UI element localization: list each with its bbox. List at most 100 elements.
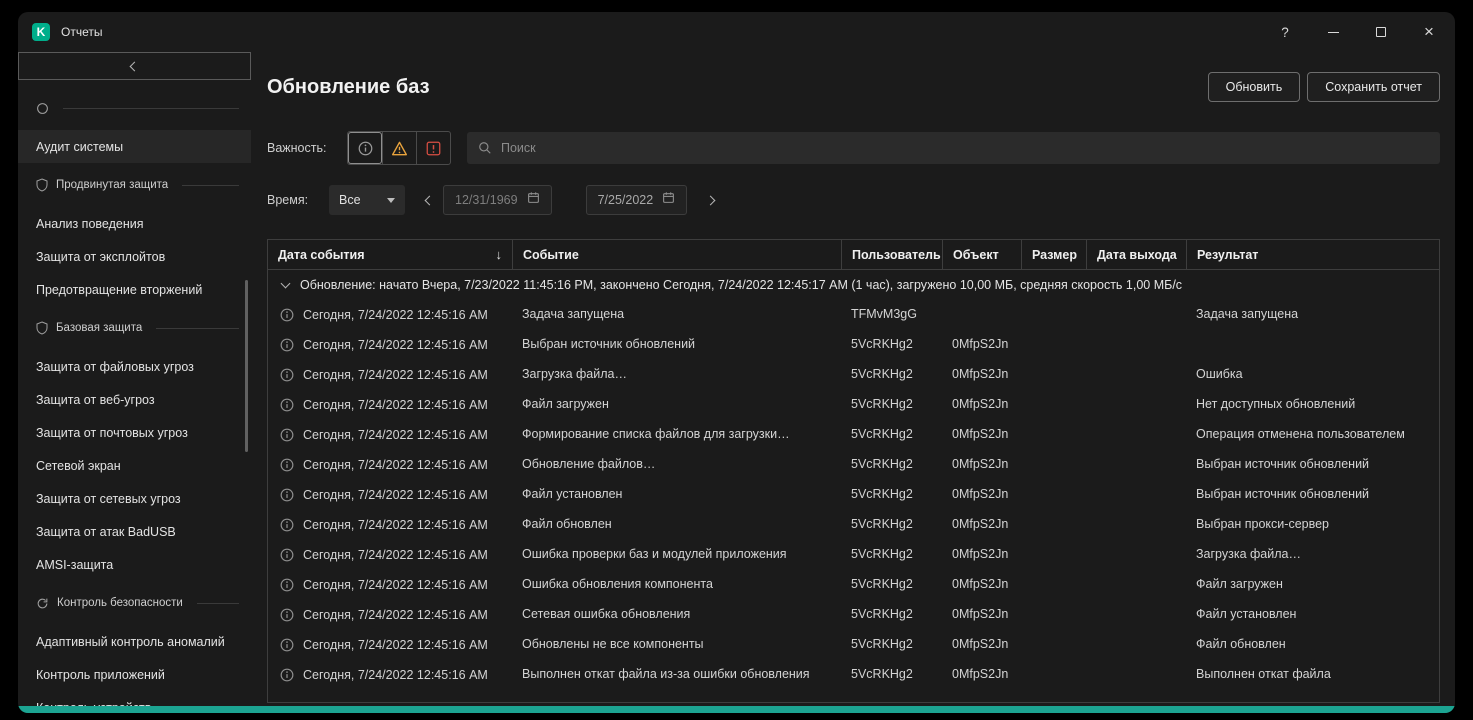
cell-release-date [1086, 540, 1186, 570]
chevron-left-icon [130, 61, 140, 71]
sidebar-item-label: Защита от атак BadUSB [36, 525, 176, 539]
table-row[interactable]: Сегодня, 7/24/2022 12:45:16 AM Формирова… [268, 420, 1439, 450]
cell-release-date [1086, 300, 1186, 330]
cell-size [1021, 510, 1086, 540]
sidebar-item-label: Аудит системы [36, 140, 123, 154]
shield-icon [36, 178, 48, 192]
date-from-field[interactable]: 12/31/1969 [443, 185, 552, 215]
sidebar-item[interactable]: Контроль приложений [18, 658, 251, 691]
cell-object: 0MfpS2Jn [942, 390, 1021, 420]
table-row[interactable]: Сегодня, 7/24/2022 12:45:16 AM Ошибка пр… [268, 540, 1439, 570]
cell-object: 0MfpS2Jn [942, 450, 1021, 480]
cell-release-date [1086, 450, 1186, 480]
cell-release-date [1086, 510, 1186, 540]
main-content: Обновление баз Обновить Сохранить отчет … [267, 52, 1440, 706]
table-row[interactable]: Сегодня, 7/24/2022 12:45:16 AM Выбран ис… [268, 330, 1439, 360]
refresh-button[interactable]: Обновить [1208, 72, 1301, 102]
cell-result: Операция отменена пользователем [1186, 420, 1439, 450]
chevron-right-icon [705, 195, 715, 205]
info-icon [280, 428, 294, 442]
sort-descending-icon[interactable]: ↓ [496, 247, 503, 262]
cell-size [1021, 600, 1086, 630]
sidebar-item-label: Контроль приложений [36, 668, 165, 682]
sidebar-item[interactable]: Защита от веб-угроз [18, 383, 251, 416]
column-header[interactable]: Объект [942, 240, 1021, 269]
table-row[interactable]: Сегодня, 7/24/2022 12:45:16 AM Задача за… [268, 300, 1439, 330]
cell-result [1186, 330, 1439, 360]
sidebar-item[interactable]: Контроль устройств [18, 691, 251, 706]
calendar-icon [662, 191, 675, 209]
severity-button-group [347, 131, 451, 165]
table-row[interactable]: Сегодня, 7/24/2022 12:45:16 AM Файл загр… [268, 390, 1439, 420]
event-date-text: Сегодня, 7/24/2022 12:45:16 AM [303, 458, 488, 472]
sidebar-item[interactable]: Адаптивный контроль аномалий [18, 625, 251, 658]
sidebar-item[interactable]: Защита от файловых угроз [18, 350, 251, 383]
search-input[interactable] [501, 141, 1429, 155]
update-group-row[interactable]: Обновление: начато Вчера, 7/23/2022 11:4… [268, 270, 1439, 300]
table-row[interactable]: Сегодня, 7/24/2022 12:45:16 AM Выполнен … [268, 660, 1439, 690]
titlebar: K Отчеты ? × [18, 12, 1455, 52]
sidebar-item[interactable]: Анализ поведения [18, 207, 251, 240]
cell-size [1021, 360, 1086, 390]
next-period-button[interactable] [699, 185, 721, 215]
cell-size [1021, 420, 1086, 450]
save-report-button[interactable]: Сохранить отчет [1307, 72, 1440, 102]
column-header[interactable]: Дата события ↓ [268, 240, 512, 269]
maximize-icon [1376, 27, 1386, 37]
event-date-text: Сегодня, 7/24/2022 12:45:16 AM [303, 578, 488, 592]
sidebar-scrollbar[interactable] [245, 280, 248, 452]
table-row[interactable]: Сегодня, 7/24/2022 12:45:16 AM Обновлены… [268, 630, 1439, 660]
close-button[interactable]: × [1415, 18, 1443, 46]
cell-result: Выполнен откат файла [1186, 660, 1439, 690]
maximize-button[interactable] [1367, 18, 1395, 46]
sidebar-item-label: Сетевой экран [36, 459, 121, 473]
sidebar-item[interactable]: Предотвращение вторжений [18, 273, 251, 306]
cell-release-date [1086, 360, 1186, 390]
sidebar-item-label: Анализ поведения [36, 217, 143, 231]
table-row[interactable]: Сегодня, 7/24/2022 12:45:16 AM Обновлени… [268, 450, 1439, 480]
sidebar-item[interactable]: Аудит системы [18, 130, 251, 163]
time-range-select[interactable]: Все [329, 185, 405, 215]
column-header[interactable]: Дата выхода [1086, 240, 1186, 269]
sidebar-section-header: Базовая защита [18, 306, 251, 350]
severity-critical-button[interactable] [416, 132, 450, 164]
info-icon [280, 368, 294, 382]
cell-event-date: Сегодня, 7/24/2022 12:45:16 AM [268, 390, 512, 420]
sidebar-item-label: Защита от файловых угроз [36, 360, 194, 374]
search-box[interactable] [467, 132, 1440, 164]
help-button[interactable]: ? [1271, 18, 1299, 46]
table-row[interactable]: Сегодня, 7/24/2022 12:45:16 AM Ошибка об… [268, 570, 1439, 600]
sidebar-item[interactable]: Сетевой экран [18, 449, 251, 482]
accent-bar [18, 706, 1455, 713]
previous-period-button[interactable] [418, 185, 440, 215]
column-header-label: Объект [953, 248, 999, 262]
sidebar-item[interactable]: Защита от сетевых угроз [18, 482, 251, 515]
table-row[interactable]: Сегодня, 7/24/2022 12:45:16 AM Сетевая о… [268, 600, 1439, 630]
sidebar-item[interactable]: Защита от атак BadUSB [18, 515, 251, 548]
date-to-field[interactable]: 7/25/2022 [586, 185, 688, 215]
column-header[interactable]: Пользователь [841, 240, 942, 269]
event-date-text: Сегодня, 7/24/2022 12:45:16 AM [303, 638, 488, 652]
sidebar-collapse-button[interactable] [18, 52, 251, 80]
event-date-text: Сегодня, 7/24/2022 12:45:16 AM [303, 518, 488, 532]
column-header[interactable]: Событие [512, 240, 841, 269]
sidebar-section-header: Продвинутая защита [18, 163, 251, 207]
cell-size [1021, 630, 1086, 660]
severity-info-button[interactable] [348, 132, 382, 164]
cell-event: Обновление файлов… [512, 450, 841, 480]
column-header[interactable]: Результат [1186, 240, 1439, 269]
minimize-button[interactable] [1319, 18, 1347, 46]
sidebar-item[interactable]: Защита от почтовых угроз [18, 416, 251, 449]
sidebar-item[interactable]: Защита от эксплойтов [18, 240, 251, 273]
cell-object: 0MfpS2Jn [942, 540, 1021, 570]
table-row[interactable]: Сегодня, 7/24/2022 12:45:16 AM Загрузка … [268, 360, 1439, 390]
circle-icon [36, 102, 49, 115]
column-header-label: Дата события [278, 248, 365, 262]
sidebar-item[interactable]: AMSI-защита [18, 548, 251, 581]
column-header[interactable]: Размер [1021, 240, 1086, 269]
table-row[interactable]: Сегодня, 7/24/2022 12:45:16 AM Файл уста… [268, 480, 1439, 510]
severity-warning-button[interactable] [382, 132, 416, 164]
sidebar-section-label: Контроль безопасности [57, 597, 183, 609]
table-row[interactable]: Сегодня, 7/24/2022 12:45:16 AM Файл обно… [268, 510, 1439, 540]
cell-object: 0MfpS2Jn [942, 630, 1021, 660]
